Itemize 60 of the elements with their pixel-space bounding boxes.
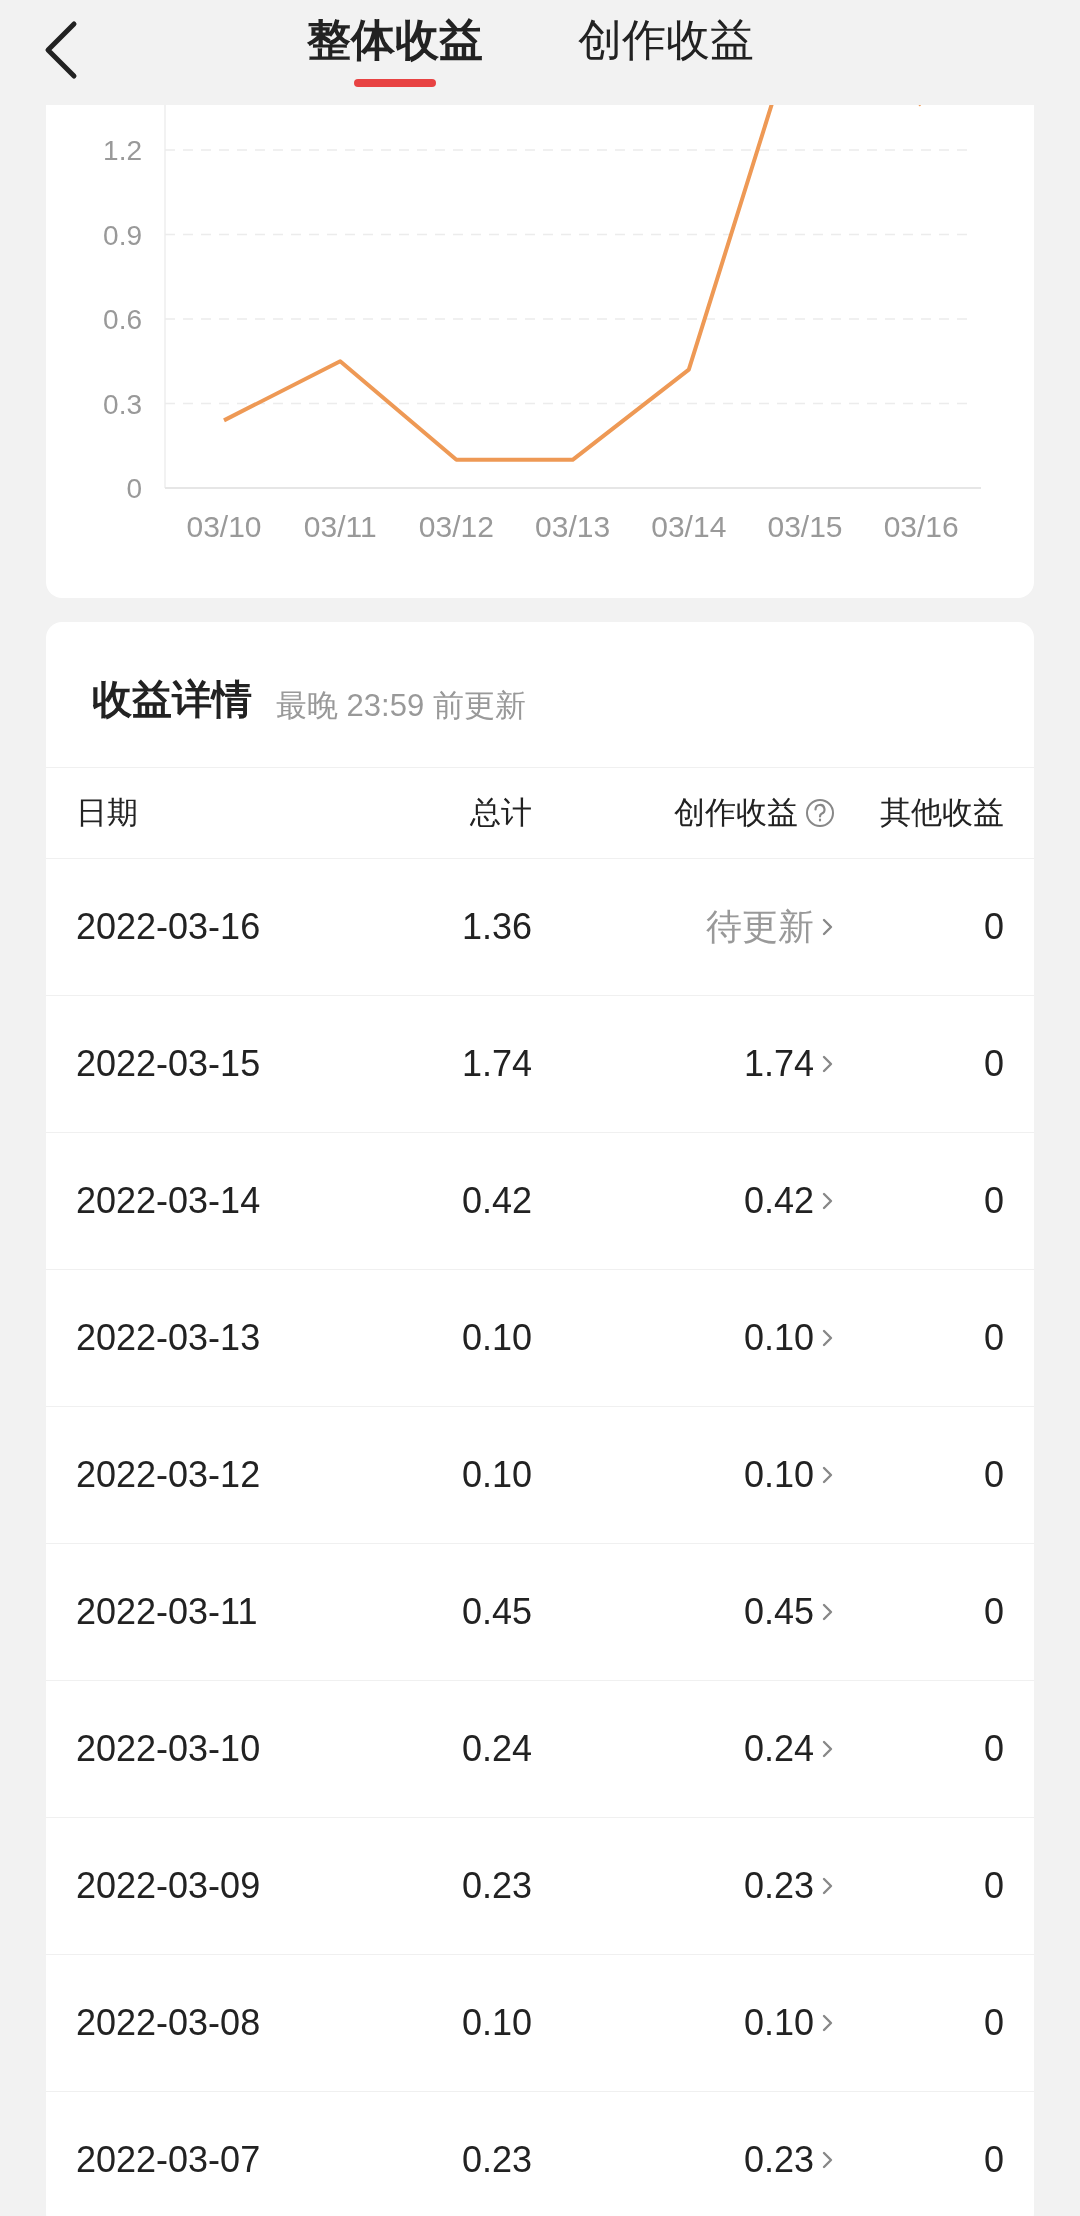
table-cell-text: 2022-03-10 (76, 1727, 262, 1771)
axis-tick-label: 03/15 (767, 510, 843, 543)
table-cell[interactable]: 0.23 (743, 1859, 814, 1913)
axis-tick-label: 0.3 (103, 388, 142, 420)
axis-tick-label: 1.2 (103, 135, 142, 166)
table-cell-text: 2022-03-13 (76, 1316, 262, 1360)
table-cell[interactable]: 0.24 (743, 1722, 814, 1776)
column-header: 其他收益 (880, 793, 1004, 832)
table-cell[interactable]: 0.45 (743, 1585, 814, 1639)
table-cell-text: 2022-03-14 (76, 1179, 262, 1223)
axis-tick-label: 03/14 (651, 510, 727, 543)
table-cell-text: 2022-03-11 (76, 1590, 259, 1634)
axis-tick-label: 03/11 (303, 510, 377, 543)
table-cell-text: 0 (983, 2138, 1004, 2182)
table-cell[interactable]: 0.42 (743, 1174, 814, 1228)
table-cell-text: 2022-03-15 (76, 1042, 262, 1086)
table-cell-text: 0.24 (461, 1727, 532, 1771)
table-cell[interactable]: 0.10 (743, 1311, 814, 1365)
table-cell-text: 0.10 (461, 1453, 532, 1497)
section-title: 收益详情 (92, 676, 252, 723)
table-cell-text: 2022-03-07 (76, 2138, 262, 2182)
axis-tick-label: 03/16 (883, 510, 959, 543)
axis-tick-label: 0.9 (103, 219, 142, 251)
column-header: 日期 (76, 794, 138, 830)
table-cell-text: 1.36 (461, 905, 532, 949)
table-cell-text: 0 (983, 1453, 1004, 1497)
table-cell[interactable]: 0.10 (743, 1996, 814, 2050)
table-cell-text: 0.23 (461, 2138, 532, 2182)
table-cell-text: 2022-03-12 (76, 1453, 262, 1497)
table-cell-text: 2022-03-08 (76, 2001, 262, 2045)
table-cell-text: 0 (983, 1316, 1004, 1360)
table-cell-text: 0 (983, 1042, 1004, 1086)
table-cell[interactable]: 0.23 (743, 2133, 814, 2187)
axis-tick-label: 03/12 (418, 510, 494, 543)
help-icon[interactable] (804, 797, 836, 829)
tab[interactable]: 整体收益 (306, 14, 483, 87)
table-cell-text: 0.42 (461, 1179, 532, 1223)
table-cell-text: 0 (983, 1727, 1004, 1771)
table-cell-text: 0.10 (461, 1316, 532, 1360)
table-cell[interactable]: 1.74 (743, 1037, 814, 1091)
table-cell-text: 0.10 (461, 2001, 532, 2045)
table-cell-text: 2022-03-16 (76, 905, 262, 949)
table-cell-text: 0 (983, 2001, 1004, 2045)
table-cell-text: 0.45 (461, 1590, 532, 1634)
axis-tick-label: 03/10 (186, 510, 262, 543)
axis-tick-label: 0 (126, 473, 142, 504)
table-cell[interactable]: 0.10 (743, 1448, 814, 1502)
update-note: 最晚 23:59 前更新 (276, 686, 526, 725)
table-cell-text: 2022-03-09 (76, 1864, 262, 1908)
table-cell-text: 0 (983, 905, 1004, 949)
table-cell-text: 1.74 (461, 1042, 532, 1086)
axis-tick-label: 0.6 (103, 304, 142, 335)
table-cell-text: 0.23 (461, 1864, 532, 1908)
column-header: 总计 (470, 793, 532, 832)
table-cell-text: 0 (983, 1179, 1004, 1223)
table-cell-text: 0 (983, 1864, 1004, 1908)
tab[interactable]: 创作收益 (577, 14, 754, 87)
axis-tick-label: 03/13 (535, 510, 611, 543)
table-cell-text: 0 (983, 1590, 1004, 1634)
column-header: 创作收益 (674, 793, 798, 832)
